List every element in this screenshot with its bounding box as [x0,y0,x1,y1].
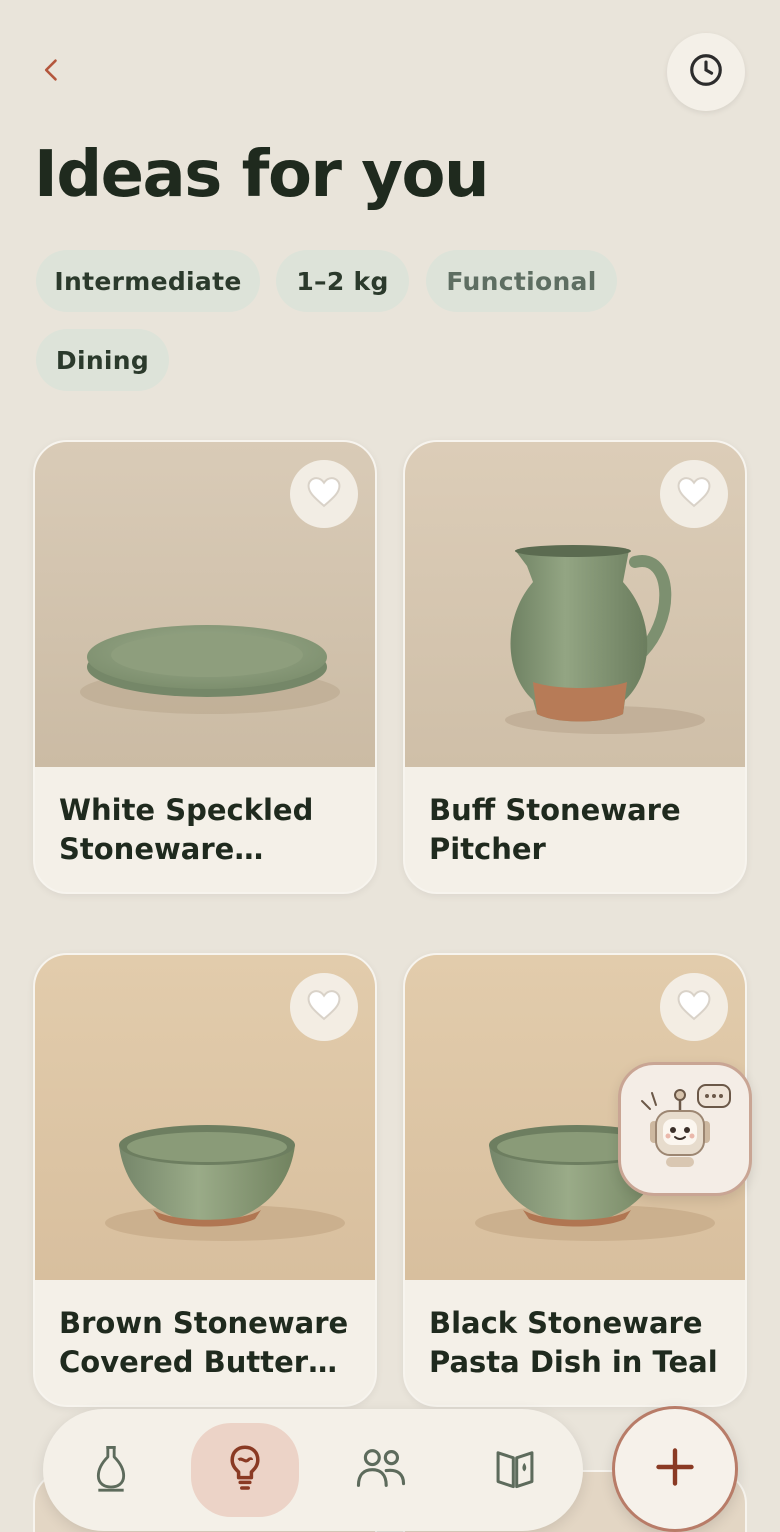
chip-label: 1–2 kg [296,266,389,296]
chip-label: Functional [446,266,597,296]
nav-item-projects[interactable] [57,1423,165,1517]
favorite-button[interactable] [290,460,358,528]
chip-label: Dining [55,345,150,375]
filter-chip-type[interactable]: Functional [426,250,617,312]
idea-card[interactable]: Buff Stoneware Pitcher [403,440,747,894]
assistant-button[interactable] [618,1062,752,1196]
idea-name: Buff Stoneware Pitcher [429,793,681,866]
vase-icon [92,1444,130,1496]
book-icon [493,1446,537,1494]
favorite-button[interactable] [290,973,358,1041]
idea-name: Brown Stoneware Covered Butter Dish [59,1306,349,1379]
add-button[interactable] [612,1406,738,1532]
people-icon [355,1446,407,1494]
chip-label: Intermediate [54,266,242,296]
idea-card[interactable]: Brown Stoneware Covered Butter Dish [33,953,377,1407]
nav-item-community[interactable] [327,1423,435,1517]
nav-item-learn[interactable] [461,1423,569,1517]
bottom-nav [43,1409,583,1531]
ideas-screen: Ideas for you Intermediate 1–2 kg Functi… [0,0,780,1532]
idea-name: Black Stoneware Pasta Dish in Teal [429,1306,718,1379]
plus-icon [653,1445,697,1493]
favorite-button[interactable] [660,460,728,528]
page-title: Ideas for you [34,138,490,212]
clock-icon [687,51,725,93]
back-button[interactable] [30,50,74,94]
filter-chip-category[interactable]: Dining [36,329,169,391]
nav-item-ideas[interactable] [191,1423,299,1517]
filter-chip-skill[interactable]: Intermediate [36,250,260,312]
heart-icon [675,475,713,513]
chevron-left-icon [38,56,66,88]
filter-chip-weight[interactable]: 1–2 kg [276,250,409,312]
heart-icon [675,988,713,1026]
heart-icon [305,988,343,1026]
idea-card[interactable]: White Speckled Stoneware Serving Platter [33,440,377,894]
favorite-button[interactable] [660,973,728,1041]
heart-icon [305,475,343,513]
idea-name: White Speckled Stoneware Serving Platter [59,793,314,866]
history-button[interactable] [667,33,745,111]
lightbulb-icon [225,1444,265,1496]
robot-chat-icon [630,1077,740,1181]
